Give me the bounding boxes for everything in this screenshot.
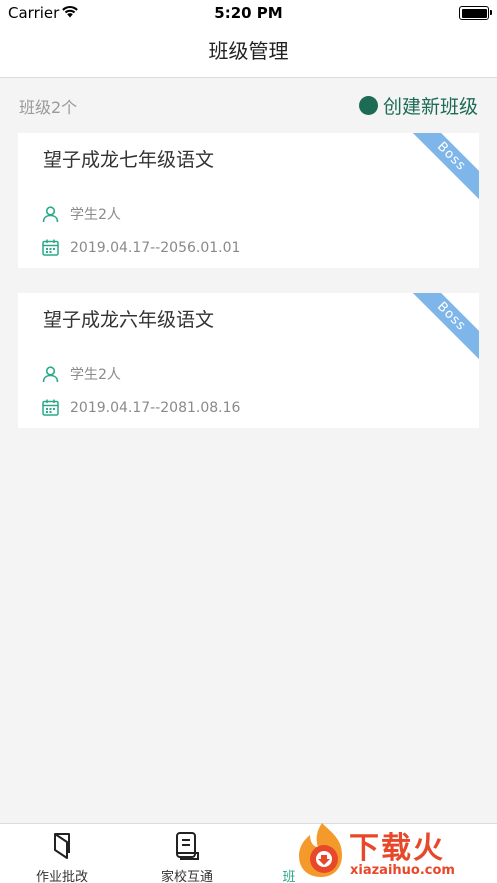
class-count: 班级2个 xyxy=(19,98,78,117)
create-class-label: 创建新班级 xyxy=(382,95,478,118)
page-title: 班级管理 xyxy=(208,39,289,63)
watermark-text: 下载火 xyxy=(349,831,445,866)
clock: 5:20 PM xyxy=(214,4,283,22)
class-name: 望子成龙七年级语文 xyxy=(43,149,215,171)
book-icon xyxy=(54,833,70,859)
class-card[interactable]: 望子成龙六年级语文 学生2人 2019.04.17--2081.08.16 Bo… xyxy=(18,293,479,428)
period-row: 2019.04.17--2056.01.01 xyxy=(42,239,240,256)
student-count-row: 学生2人 xyxy=(42,364,121,384)
create-class-button[interactable]: 创建新班级 xyxy=(358,92,478,118)
person-icon xyxy=(42,205,59,222)
calendar-icon xyxy=(42,399,59,416)
nav-bar: 班级管理 xyxy=(0,26,497,78)
class-period: 2019.04.17--2056.01.01 xyxy=(70,239,241,256)
document-icon xyxy=(176,832,199,860)
person-icon xyxy=(42,365,59,382)
period-row: 2019.04.17--2081.08.16 xyxy=(42,399,240,416)
student-count: 学生2人 xyxy=(70,367,121,383)
watermark-url: xiazaihuo.com xyxy=(350,863,455,878)
class-period: 2019.04.17--2081.08.16 xyxy=(70,399,241,416)
battery-icon xyxy=(459,6,492,20)
boss-badge: Boss xyxy=(408,133,479,200)
class-card[interactable]: 望子成龙七年级语文 学生2人 2019.04.17--2056.01.01 Bo… xyxy=(18,133,479,268)
summary-row: 班级2个 创建新班级 xyxy=(0,88,497,122)
tab-home-school-label: 家校互通 xyxy=(160,870,213,883)
watermark-logo: 下载火 xiazaihuo.com xyxy=(292,819,497,883)
status-bar: Carrier 5:20 PM xyxy=(0,0,497,26)
dot-icon xyxy=(358,95,378,115)
boss-badge: Boss xyxy=(408,293,479,360)
class-name: 望子成龙六年级语文 xyxy=(43,309,215,331)
student-count: 学生2人 xyxy=(70,207,121,223)
flame-logo-icon xyxy=(299,823,342,877)
calendar-icon xyxy=(42,239,59,256)
student-count-row: 学生2人 xyxy=(42,204,121,224)
tab-homework[interactable]: 作业批改 xyxy=(12,824,112,883)
tab-home-school[interactable]: 家校互通 xyxy=(137,824,237,883)
tab-homework-label: 作业批改 xyxy=(35,870,88,883)
